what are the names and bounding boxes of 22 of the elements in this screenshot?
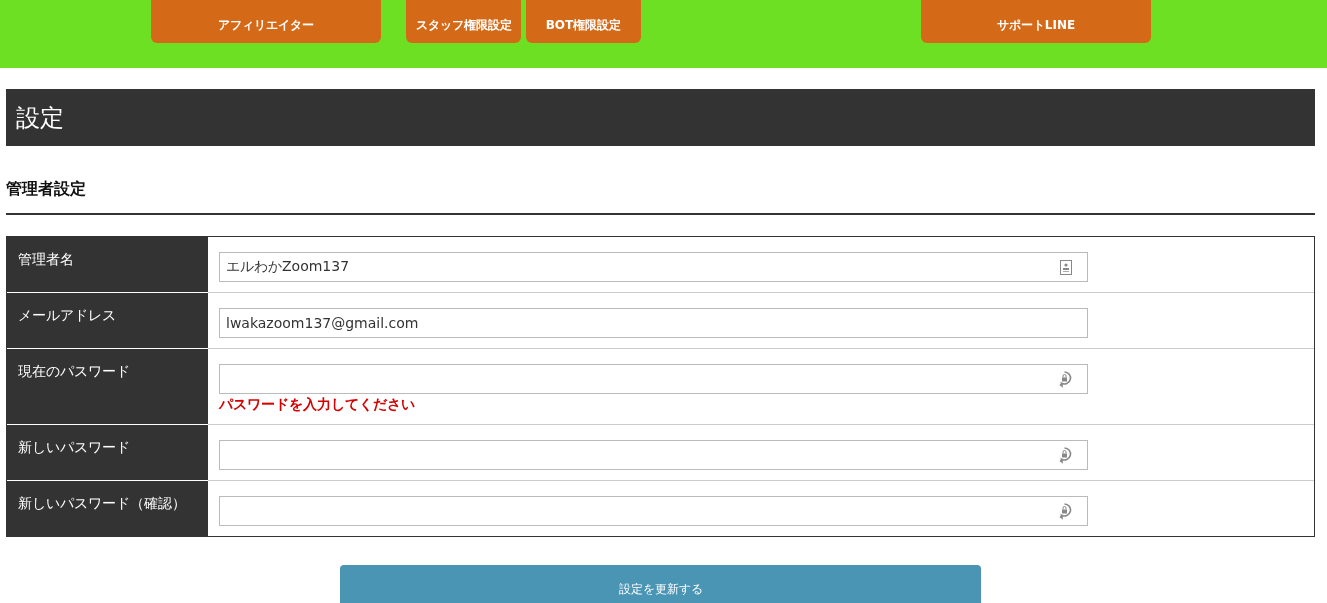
- nav-button[interactable]: サポートLINE: [921, 0, 1151, 43]
- section-title: 管理者設定: [6, 146, 1315, 215]
- field-label: 現在のパスワード: [7, 348, 208, 424]
- input-field[interactable]: [219, 440, 1088, 470]
- input-field[interactable]: [219, 496, 1088, 526]
- nav-button[interactable]: アフィリエイター: [151, 0, 381, 43]
- contact-card-icon: [1060, 259, 1072, 275]
- password-key-icon: [1057, 446, 1072, 464]
- input-field[interactable]: [219, 364, 1088, 394]
- page-title: 設定: [6, 89, 1315, 146]
- field-label: 新しいパスワード（確認）: [7, 480, 208, 536]
- update-settings-button[interactable]: 設定を更新する: [340, 565, 981, 603]
- nav-button[interactable]: BOT権限設定: [526, 0, 641, 43]
- input-field[interactable]: エルわかZoom137: [219, 252, 1088, 282]
- input-field[interactable]: lwakazoom137@gmail.com: [219, 308, 1088, 338]
- field-label: メールアドレス: [7, 292, 208, 348]
- field-label: 新しいパスワード: [7, 424, 208, 480]
- nav-button[interactable]: スタッフ権限設定: [406, 0, 521, 43]
- password-key-icon: [1057, 502, 1072, 520]
- field-label: 管理者名: [7, 237, 208, 292]
- password-key-icon: [1057, 370, 1072, 388]
- error-message: パスワードを入力してください: [219, 396, 416, 414]
